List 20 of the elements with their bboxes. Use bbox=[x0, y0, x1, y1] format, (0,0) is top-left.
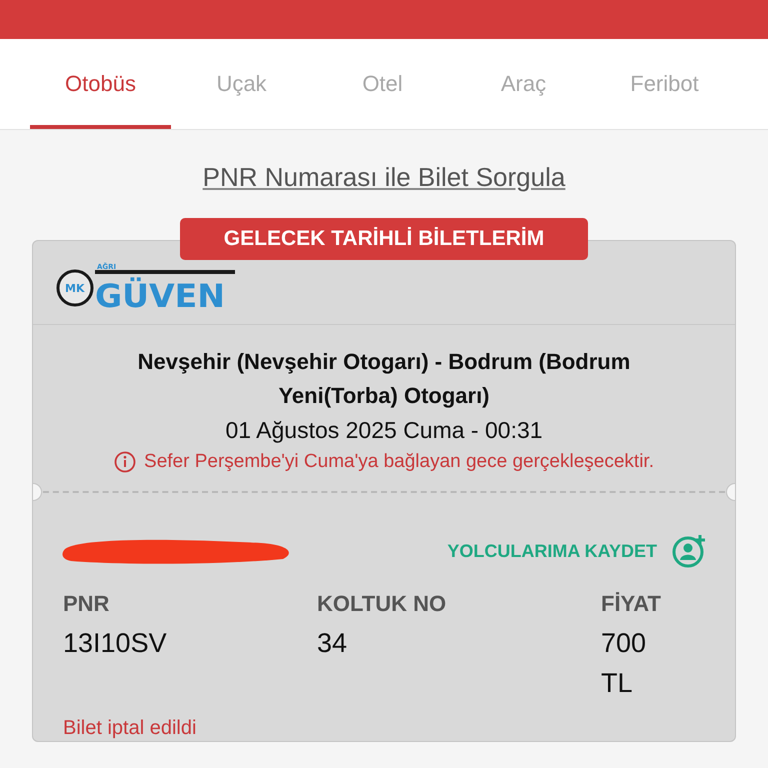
ticket-status: Bilet iptal edildi bbox=[62, 716, 198, 739]
pnr-query-link[interactable]: PNR Numarası ile Bilet Sorgula bbox=[202, 162, 566, 192]
tab[interactable]: Araç bbox=[453, 39, 594, 129]
route-text: Nevşehir (Nevşehir Otogarı) - Bodrum (Bodrum Yeni(Torba) Otogarı) bbox=[136, 348, 632, 410]
field-label: KOLTUK NO bbox=[317, 591, 448, 617]
tab[interactable]: Otel bbox=[312, 39, 453, 129]
field-label: PNR bbox=[63, 591, 110, 617]
field-value: 13I10SV bbox=[63, 627, 168, 660]
tab[interactable]: Otobüs bbox=[30, 39, 171, 129]
warning-text: Sefer Perşembe'yi Cuma'ya bağlayan gece gerçekleşecektir. bbox=[144, 451, 654, 473]
field-value: 700 TL bbox=[601, 627, 648, 700]
save-to-passengers-link[interactable]: YOLCULARIMA KAYDET bbox=[447, 540, 657, 562]
tab[interactable]: Feribot bbox=[594, 39, 735, 129]
add-user-icon[interactable] bbox=[671, 533, 707, 569]
info-icon bbox=[114, 451, 136, 473]
field-value: 34 bbox=[317, 627, 348, 660]
section-badge: GELECEK TARİHLİ BİLETLERİM bbox=[180, 218, 588, 260]
tab[interactable]: Uçak bbox=[171, 39, 312, 129]
field-label: FİYAT bbox=[601, 591, 662, 617]
departure-datetime: 01 Ağustos 2025 Cuma - 00:31 bbox=[224, 416, 544, 445]
